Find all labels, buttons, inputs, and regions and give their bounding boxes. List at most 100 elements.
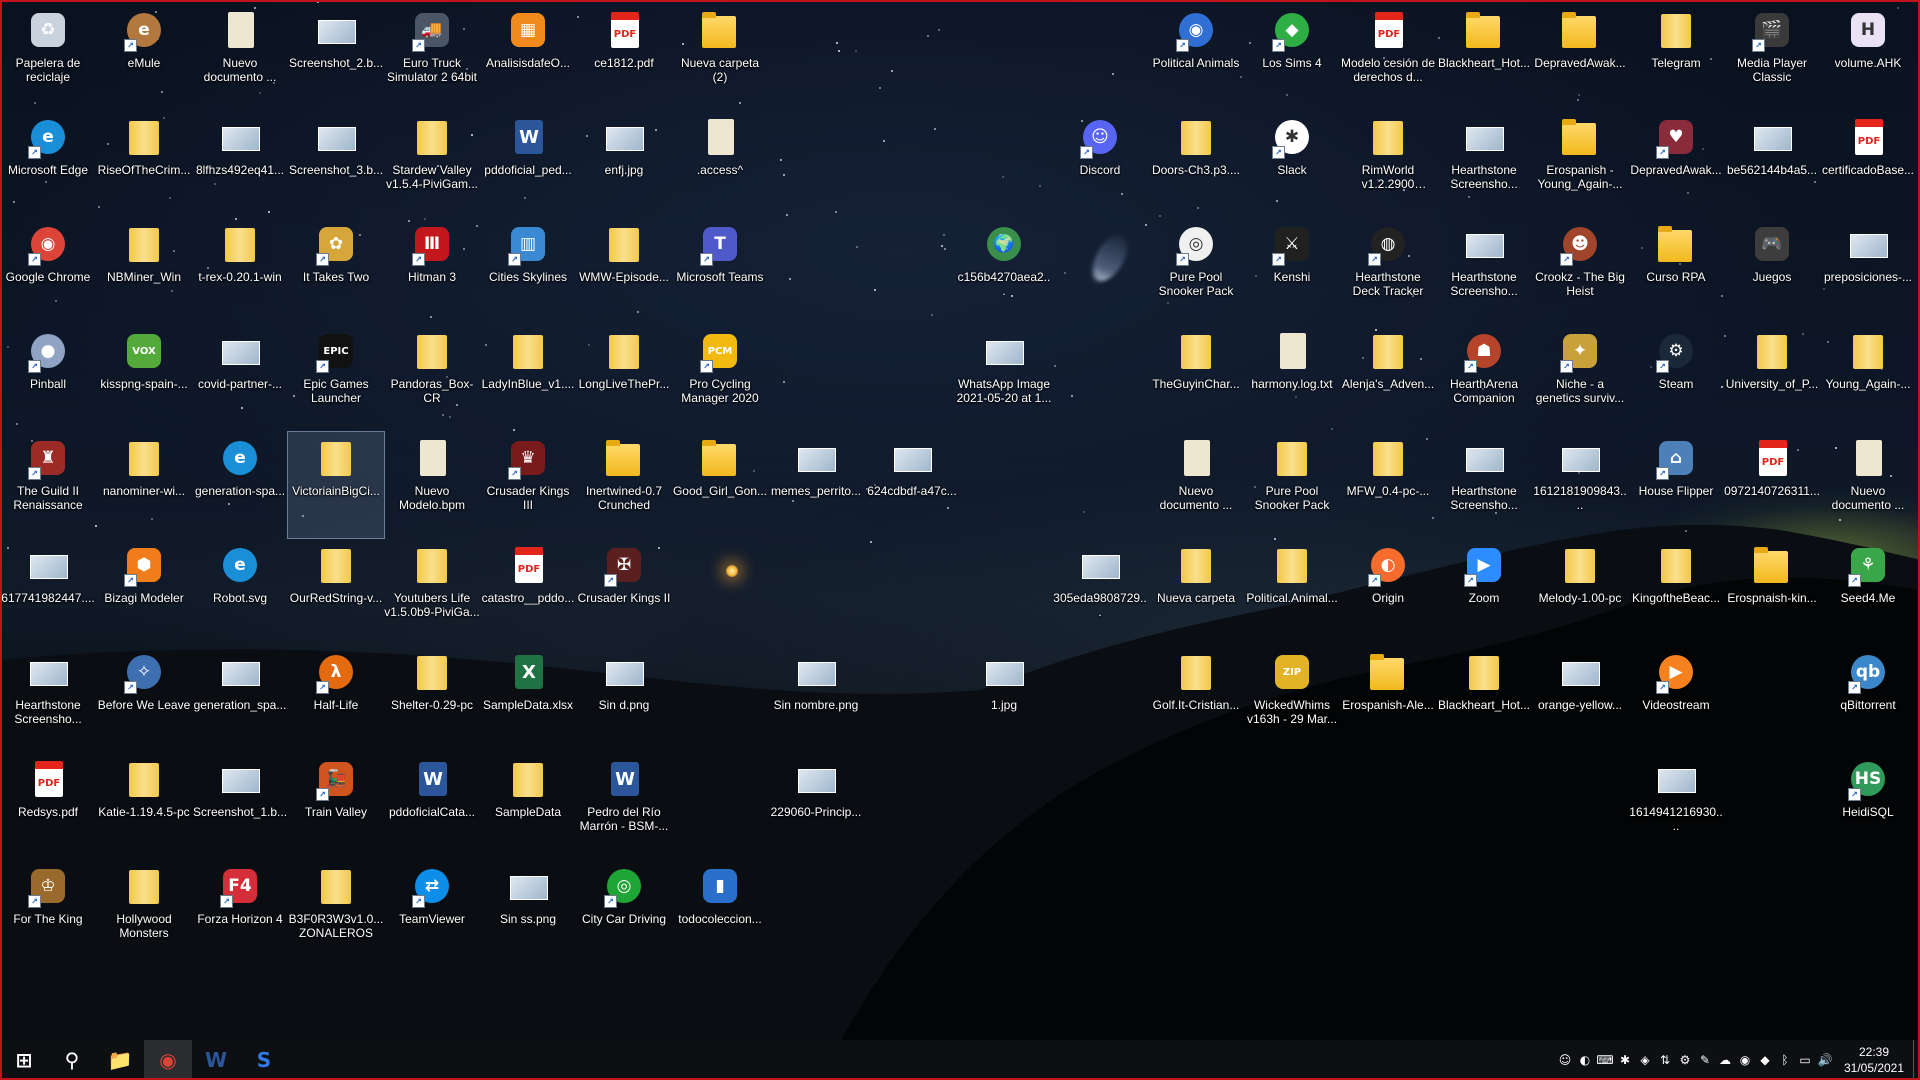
desktop-icon[interactable]: 🌍 c156b4270aea2... xyxy=(956,218,1052,324)
desktop-background[interactable]: ♻ Papelera de reciclaje e ↗ eMule Nuevo docum… xyxy=(0,0,1920,1080)
pen-tray-icon[interactable]: ✎ xyxy=(1695,1040,1715,1080)
desktop-icon[interactable]: Erospnaish-kin... xyxy=(1724,539,1820,645)
desktop-icon[interactable]: ✠ ↗ Crusader Kings II xyxy=(576,539,672,645)
keyboard-tray-icon[interactable]: ⌨ xyxy=(1595,1040,1615,1080)
desktop-icon[interactable]: ⚘ ↗ Seed4.Me xyxy=(1820,539,1916,645)
desktop-icon[interactable]: t-rex-0.20.1-win xyxy=(192,218,288,324)
desktop-icon[interactable]: Pandoras_Box-CR xyxy=(384,325,480,431)
desktop-icon[interactable]: 🎬 ↗ Media Player Classic xyxy=(1724,4,1820,110)
desktop-icon[interactable]: ⬢ ↗ Bizagi Modeler xyxy=(96,539,192,645)
desktop-icon[interactable]: certificadoBase... xyxy=(1820,111,1916,217)
bluetooth-tray-icon[interactable]: ᛒ xyxy=(1775,1040,1795,1080)
desktop-icon[interactable]: 0972140726311... xyxy=(1724,432,1820,538)
desktop-icon[interactable]: ♔ ↗ For The King xyxy=(0,860,96,966)
desktop-icon[interactable]: 617741982447.... xyxy=(0,539,96,645)
desktop-icon[interactable]: harmony.log.txt xyxy=(1244,325,1340,431)
desktop-icon[interactable]: Hearthstone Screensho... xyxy=(0,646,96,752)
nvidia-tray-icon[interactable]: ◆ xyxy=(1755,1040,1775,1080)
desktop-icon[interactable]: Blackheart_Hot... xyxy=(1436,646,1532,752)
desktop-icon[interactable]: covid-partner-... xyxy=(192,325,288,431)
desktop-icon[interactable]: ◎ ↗ Pure Pool Snooker Pack xyxy=(1148,218,1244,324)
desktop-icon[interactable]: RiseOfTheCrim... xyxy=(96,111,192,217)
desktop-icon[interactable]: Screenshot_1.b... xyxy=(192,753,288,859)
desktop-icon[interactable]: ⚔ ↗ Kenshi xyxy=(1244,218,1340,324)
desktop-icon[interactable]: Modelo cesión de derechos d... xyxy=(1340,4,1436,110)
s-app-taskbar-button[interactable]: S xyxy=(240,1040,288,1080)
desktop-icon[interactable]: Melody-1.00-pc xyxy=(1532,539,1628,645)
desktop-icon[interactable]: Political.Animal... xyxy=(1244,539,1340,645)
desktop-icon[interactable]: T ↗ Microsoft Teams xyxy=(672,218,768,324)
desktop-icon[interactable]: Pedro del Río Marrón - BSM-... xyxy=(576,753,672,859)
desktop-icon[interactable]: Nueva carpeta (2) xyxy=(672,4,768,110)
desktop-icon[interactable]: ce1812.pdf xyxy=(576,4,672,110)
steam-tray-icon[interactable]: ⚙ xyxy=(1675,1040,1695,1080)
desktop-icon[interactable]: ◉ ↗ Google Chrome xyxy=(0,218,96,324)
desktop-icon[interactable]: ♥ ↗ DepravedAwak... xyxy=(1628,111,1724,217)
desktop-icon[interactable]: Young_Again-... xyxy=(1820,325,1916,431)
desktop-icon[interactable]: TheGuyinChar... xyxy=(1148,325,1244,431)
desktop-icon[interactable]: HS ↗ HeidiSQL xyxy=(1820,753,1916,859)
desktop-icon[interactable]: ● ↗ Pinball xyxy=(0,325,96,431)
desktop-icon[interactable]: Telegram xyxy=(1628,4,1724,110)
desktop-icon[interactable]: ◍ ↗ Hearthstone Deck Tracker xyxy=(1340,218,1436,324)
desktop-icon[interactable]: qb ↗ qBittorrent xyxy=(1820,646,1916,752)
desktop-icon[interactable]: ✧ ↗ Before We Leave xyxy=(96,646,192,752)
desktop-icon[interactable]: Sin d.png xyxy=(576,646,672,752)
desktop-icon[interactable]: ♻ Papelera de reciclaje xyxy=(0,4,96,110)
desktop-icon[interactable]: enfj.jpg xyxy=(576,111,672,217)
desktop-icon[interactable]: ZIP WickedWhims v163h - 29 Mar... xyxy=(1244,646,1340,752)
desktop-icon[interactable]: Pure Pool Snooker Pack xyxy=(1244,432,1340,538)
desktop-icon[interactable]: nanominer-wi... xyxy=(96,432,192,538)
desktop-icon[interactable]: ▮ todocoleccion... xyxy=(672,860,768,966)
wifi-tray-icon[interactable]: ▭ xyxy=(1795,1040,1815,1080)
desktop-icon[interactable]: generation_spa... xyxy=(192,646,288,752)
desktop-icon[interactable]: Hvolume.AHK xyxy=(1820,4,1916,110)
desktop-icon[interactable]: ⌂ ↗ House Flipper xyxy=(1628,432,1724,538)
desktop-icon[interactable]: pddoficialCata... xyxy=(384,753,480,859)
desktop-icon[interactable]: 1.jpg xyxy=(956,646,1052,752)
desktop-icon[interactable]: F4 ↗ Forza Horizon 4 xyxy=(192,860,288,966)
desktop-icon[interactable]: 🚚 ↗ Euro Truck Simulator 2 64bit xyxy=(384,4,480,110)
desktop-icon[interactable]: Shelter-0.29-pc xyxy=(384,646,480,752)
volume-tray-icon[interactable]: 🔊 xyxy=(1815,1040,1835,1080)
desktop-icon[interactable]: 624cdbdf-a47c... xyxy=(864,432,960,538)
desktop-icon[interactable]: ▶ ↗ Videostream xyxy=(1628,646,1724,752)
desktop-icon[interactable]: pddoficial_ped... xyxy=(480,111,576,217)
desktop-icon[interactable]: ☗ ↗ HearthArena Companion xyxy=(1436,325,1532,431)
network-tray-icon[interactable]: ⇅ xyxy=(1655,1040,1675,1080)
desktop-icon[interactable]: .access^ xyxy=(672,111,768,217)
discord-tray-icon[interactable]: ☺ xyxy=(1555,1040,1575,1080)
desktop-icon[interactable]: SampleData.xlsx xyxy=(480,646,576,752)
desktop-icon[interactable]: Erospanish-Ale... xyxy=(1340,646,1436,752)
desktop-icon[interactable]: Hollywood Monsters xyxy=(96,860,192,966)
slack-tray-icon[interactable]: ✱ xyxy=(1615,1040,1635,1080)
word-taskbar-button[interactable]: W xyxy=(192,1040,240,1080)
desktop-icon[interactable]: ✦ ↗ Niche - a genetics surviv... xyxy=(1532,325,1628,431)
chrome-taskbar-button[interactable]: ◉ xyxy=(144,1040,192,1080)
desktop-icon[interactable]: Screenshot_3.b... xyxy=(288,111,384,217)
desktop-icon[interactable]: Youtubers Life v1.5.0b9-PiviGa... xyxy=(384,539,480,645)
desktop-icon[interactable]: be562144b4a5... xyxy=(1724,111,1820,217)
desktop-icon[interactable]: Hearthstone Screensho... xyxy=(1436,218,1532,324)
desktop-icon[interactable]: ▶ ↗ Zoom xyxy=(1436,539,1532,645)
desktop-icon[interactable]: 305eda9808729... xyxy=(1052,539,1148,645)
hdt-tray-icon[interactable]: ◈ xyxy=(1635,1040,1655,1080)
desktop-icon[interactable]: 1612181909843.... xyxy=(1532,432,1628,538)
desktop-icon[interactable]: Screenshot_2.b... xyxy=(288,4,384,110)
desktop-icon[interactable]: ☻ ↗ Crookz - The Big Heist xyxy=(1532,218,1628,324)
desktop-icon[interactable]: VOX kisspng-spain-... xyxy=(96,325,192,431)
desktop-icon[interactable]: Curso RPA xyxy=(1628,218,1724,324)
desktop-icon[interactable]: ♜ ↗ The Guild II Renaissance xyxy=(0,432,96,538)
desktop-icon[interactable]: University_of_P... xyxy=(1724,325,1820,431)
desktop-icon[interactable]: LadyInBlue_v1.... xyxy=(480,325,576,431)
desktop-icon[interactable]: Erospanish - Young_Again-... xyxy=(1532,111,1628,217)
desktop-icon[interactable]: WMW-Episode... xyxy=(576,218,672,324)
desktop-icon[interactable]: ☺ ↗ Discord xyxy=(1052,111,1148,217)
desktop-icon[interactable]: ◉ ↗ Political Animals xyxy=(1148,4,1244,110)
desktop-icon[interactable]: VictoriainBigCi... xyxy=(287,431,385,539)
norton-tray-icon[interactable]: ◉ xyxy=(1735,1040,1755,1080)
desktop-icon[interactable]: 229060-Princip... xyxy=(768,753,864,859)
desktop-icon[interactable]: 🎮 Juegos xyxy=(1724,218,1820,324)
desktop-icon[interactable]: Hearthstone Screensho... xyxy=(1436,432,1532,538)
desktop-icon[interactable]: e ↗ Microsoft Edge xyxy=(0,111,96,217)
